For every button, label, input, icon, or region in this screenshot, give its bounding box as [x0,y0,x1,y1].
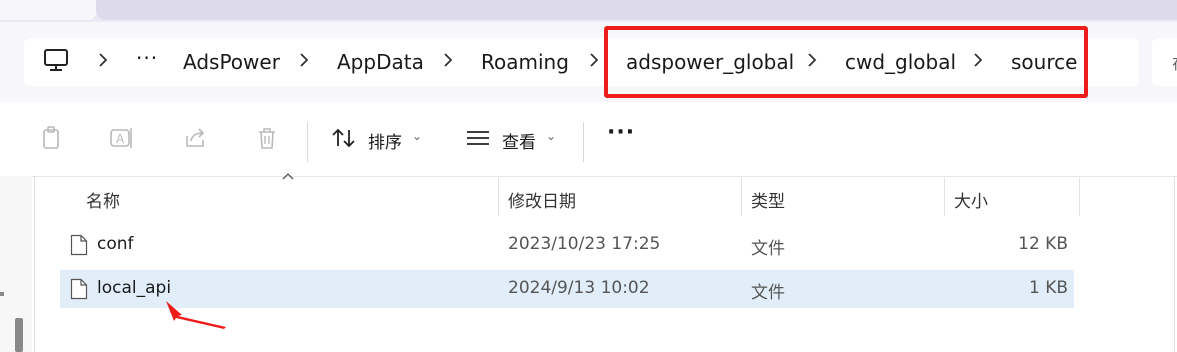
view-button-label[interactable]: 查看 [502,128,536,153]
command-bar: A 排序 ⌄ 查看 ⌄ ··· [0,102,1177,177]
column-divider[interactable] [1079,178,1080,216]
separator [583,122,584,162]
sort-button-label[interactable]: 排序 [368,128,402,153]
column-header-size[interactable]: 大小 [954,187,988,212]
delete-icon[interactable] [253,124,281,152]
address-bar-row: ··· AdsPower AppData Roaming adspower_gl… [0,22,1177,102]
column-header-type[interactable]: 类型 [751,187,785,212]
file-type: 文件 [751,283,785,303]
chevron-right-icon[interactable] [440,52,456,68]
this-pc-icon[interactable] [43,48,69,72]
file-size: 12 KB [1018,234,1068,254]
column-header-modified[interactable]: 修改日期 [508,187,576,212]
column-divider[interactable] [741,178,742,216]
tab-strip-background: + [96,0,1177,20]
scroll-indicator [0,292,4,296]
rename-icon[interactable]: A [108,124,136,152]
search-box[interactable]: 在 [1152,38,1177,86]
chevron-right-icon[interactable] [586,52,602,68]
chevron-down-icon[interactable]: ⌄ [546,129,556,143]
annotation-arrow-icon [166,301,226,329]
file-name[interactable]: conf [97,234,134,254]
file-type: 文件 [751,239,785,259]
more-options-button[interactable]: ··· [607,120,635,145]
crumb-adspower[interactable]: AdsPower [183,50,280,74]
file-size: 1 KB [1028,278,1068,298]
file-icon [70,278,88,300]
svg-text:A: A [116,132,125,146]
table-row[interactable]: conf 2023/10/23 17:25 文件 12 KB [60,226,1074,264]
separator [307,122,308,162]
chevron-right-icon[interactable] [95,52,111,68]
active-tab[interactable]: ✕ [0,0,96,20]
chevron-down-icon[interactable]: ⌄ [412,129,422,143]
copy-icon[interactable] [38,124,66,152]
view-icon[interactable] [464,124,492,152]
sort-ascending-icon [282,173,294,180]
column-divider[interactable] [944,178,945,216]
column-header-name[interactable]: 名称 [86,187,120,212]
close-tab-icon[interactable]: ✕ [45,0,58,5]
file-modified: 2023/10/23 17:25 [508,234,661,254]
column-divider[interactable] [498,178,499,216]
file-icon [70,234,88,256]
tab-strip: ✕ + [0,0,1177,22]
new-tab-icon[interactable]: + [218,0,233,3]
crumb-appdata[interactable]: AppData [337,50,424,74]
sort-icon[interactable] [330,124,358,152]
hidden-crumbs-button[interactable]: ··· [136,46,158,70]
share-icon[interactable] [182,124,210,152]
navigation-pane-scrollbar[interactable] [15,318,23,352]
annotation-highlight-box [604,26,1088,98]
search-placeholder-stub: 在 [1172,50,1177,74]
pane-divider[interactable] [34,176,35,352]
chevron-right-icon[interactable] [296,52,312,68]
crumb-roaming[interactable]: Roaming [481,50,569,74]
file-modified: 2024/9/13 10:02 [508,278,650,298]
pane-divider-right [1174,176,1175,352]
